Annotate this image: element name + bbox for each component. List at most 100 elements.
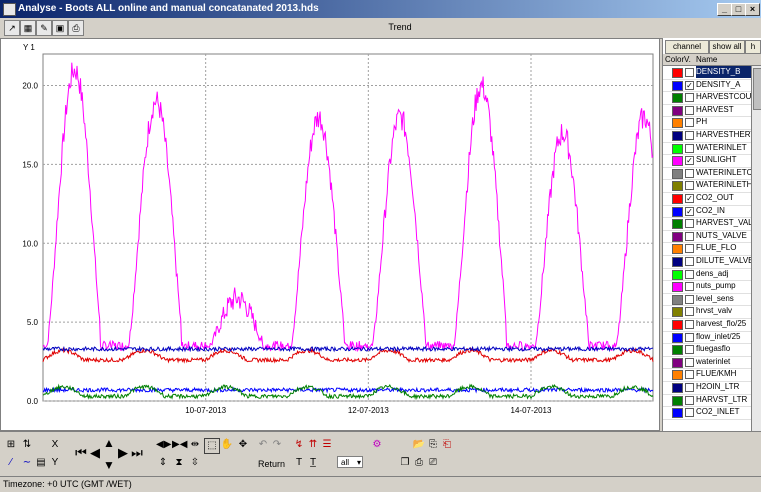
channel-visible-checkbox[interactable]	[685, 131, 694, 140]
select-zoom-icon[interactable]: ⬚	[204, 438, 220, 454]
channel-row[interactable]: ✓ SUNLIGHT	[663, 154, 751, 168]
line-style-icon[interactable]: ⁄	[4, 456, 18, 470]
channel-color-swatch[interactable]	[672, 307, 683, 318]
channel-row[interactable]: NUTS_VALVE	[663, 230, 751, 244]
channel-row[interactable]: ✓ CO2_OUT	[663, 192, 751, 206]
channel-visible-checkbox[interactable]	[685, 307, 694, 317]
grid-icon[interactable]: ⊞	[4, 438, 18, 452]
channel-color-swatch[interactable]	[672, 282, 683, 293]
channel-visible-checkbox[interactable]	[685, 181, 694, 191]
fit-x-icon[interactable]: ⇹	[188, 438, 202, 452]
channel-color-swatch[interactable]	[672, 194, 683, 204]
trend-plot[interactable]: Y 1 20.0 15.0 10.0 5.0 0.0 10-07-2013 12-07-20…	[0, 38, 660, 431]
marker-icon[interactable]: ⇈	[306, 438, 320, 452]
zoom-out-x-icon[interactable]: ▶◀	[172, 438, 187, 452]
last-icon[interactable]: ⏭	[130, 446, 144, 460]
return-button[interactable]: Return	[258, 459, 285, 469]
channel-visible-checkbox[interactable]	[685, 219, 694, 229]
text-underline-icon[interactable]: T̲	[306, 456, 320, 470]
save-icon[interactable]: ▣	[52, 20, 68, 36]
channel-visible-checkbox[interactable]	[685, 294, 694, 304]
text-icon[interactable]: T	[292, 456, 306, 470]
channel-visible-checkbox[interactable]: ✓	[685, 156, 694, 166]
channel-color-swatch[interactable]	[672, 105, 683, 116]
channel-color-swatch[interactable]	[672, 269, 683, 280]
channel-visible-checkbox[interactable]	[685, 332, 694, 342]
cursor-icon[interactable]: ↯	[292, 438, 306, 452]
channel-color-swatch[interactable]	[672, 408, 683, 419]
left-arrow-icon[interactable]: ◀	[88, 446, 102, 460]
channel-color-swatch[interactable]	[672, 320, 683, 330]
right-arrow-icon[interactable]: ▶	[116, 446, 130, 460]
fit-y-icon[interactable]: ⇳	[188, 456, 202, 470]
chart-icon[interactable]: ↗	[4, 20, 20, 36]
channel-row[interactable]: HARVST_LTR	[663, 394, 751, 408]
scroll-thumb[interactable]	[753, 68, 761, 110]
channel-color-swatch[interactable]	[672, 345, 683, 356]
channel-list-scrollbar[interactable]	[751, 66, 761, 431]
channel-row[interactable]: HARVEST	[663, 104, 751, 118]
channel-row[interactable]: HARVEST_VALVE	[663, 217, 752, 231]
channel-color-swatch[interactable]	[672, 332, 683, 343]
channel-row[interactable]: WATERINLETHEF	[663, 179, 752, 193]
channel-visible-checkbox[interactable]	[685, 345, 694, 355]
channel-visible-checkbox[interactable]	[685, 320, 694, 329]
channel-row[interactable]: dens_adj	[663, 268, 751, 282]
channel-row[interactable]: WATERINLETCOL	[663, 167, 752, 181]
channel-visible-checkbox[interactable]	[685, 118, 694, 128]
channel-color-swatch[interactable]	[672, 181, 683, 192]
channel-visible-checkbox[interactable]	[685, 282, 694, 292]
channel-row[interactable]: DENSITY_B	[663, 66, 752, 80]
channel-visible-checkbox[interactable]	[685, 143, 694, 153]
channel-visible-checkbox[interactable]	[685, 93, 694, 103]
channel-color-swatch[interactable]	[672, 244, 683, 255]
printer-icon[interactable]: ⎙	[412, 456, 426, 470]
open-icon[interactable]: 📂	[412, 438, 426, 452]
report-icon[interactable]: ⎗	[440, 438, 454, 452]
channel-row[interactable]: PH	[663, 116, 751, 130]
channel-color-swatch[interactable]	[672, 257, 683, 267]
hand-icon[interactable]: ✋	[220, 438, 234, 452]
export-icon[interactable]: ⎘	[426, 438, 440, 452]
channel-visible-checkbox[interactable]: ✓	[685, 194, 694, 203]
channel-visible-checkbox[interactable]	[685, 357, 694, 367]
maximize-button[interactable]: □	[731, 3, 746, 16]
x-axis-icon[interactable]: X	[48, 438, 62, 452]
channel-color-swatch[interactable]	[672, 206, 683, 217]
channel-color-swatch[interactable]	[672, 357, 683, 368]
channel-visible-checkbox[interactable]	[685, 383, 694, 392]
zoom-in-x-icon[interactable]: ◀▶	[156, 438, 171, 452]
channel-row[interactable]: nuts_pump	[663, 280, 751, 294]
channel-color-swatch[interactable]	[672, 294, 683, 305]
channel-row[interactable]: hrvst_valv	[663, 305, 751, 319]
channel-color-swatch[interactable]	[672, 383, 683, 393]
channel-color-swatch[interactable]	[672, 219, 683, 230]
zoom-in-y-icon[interactable]: ⇕	[156, 456, 170, 470]
up-arrow-icon[interactable]: ▲	[102, 436, 116, 450]
channel-color-swatch[interactable]	[672, 68, 683, 78]
channel-visible-checkbox[interactable]	[685, 105, 694, 115]
channel-visible-checkbox[interactable]	[685, 168, 694, 178]
channel-row[interactable]: DILUTE_VALVE	[663, 255, 752, 269]
trend-chart[interactable]: Y 1 20.0 15.0 10.0 5.0 0.0 10-07-2013 12-07-20…	[1, 39, 661, 432]
channel-row[interactable]: CO2_INLET	[663, 406, 751, 420]
minimize-button[interactable]: _	[717, 3, 732, 16]
channel-visible-checkbox[interactable]	[685, 244, 694, 254]
swap-icon[interactable]: ⇅	[20, 438, 34, 452]
channel-color-swatch[interactable]	[672, 168, 683, 179]
redo-icon[interactable]: ↷	[270, 438, 284, 452]
channel-row[interactable]: HARVESTHERTZ	[663, 129, 752, 143]
tab-channel-filter[interactable]: channel filter	[665, 40, 709, 63]
channel-color-swatch[interactable]	[672, 231, 683, 242]
channel-row[interactable]: WATERINLET	[663, 142, 751, 156]
channel-visible-checkbox[interactable]: ✓	[685, 206, 694, 216]
channel-color-swatch[interactable]	[672, 93, 683, 104]
range-select[interactable]: all ▾	[337, 456, 363, 468]
channel-visible-checkbox[interactable]	[685, 68, 694, 77]
channel-color-swatch[interactable]	[672, 370, 683, 381]
tab-show-all[interactable]: show all	[709, 40, 745, 54]
channel-row[interactable]: fluegasflo	[663, 343, 751, 357]
tools-icon[interactable]: ✎	[36, 20, 52, 36]
print-icon[interactable]: ⎙	[68, 20, 84, 36]
undo-icon[interactable]: ↶	[256, 438, 270, 452]
